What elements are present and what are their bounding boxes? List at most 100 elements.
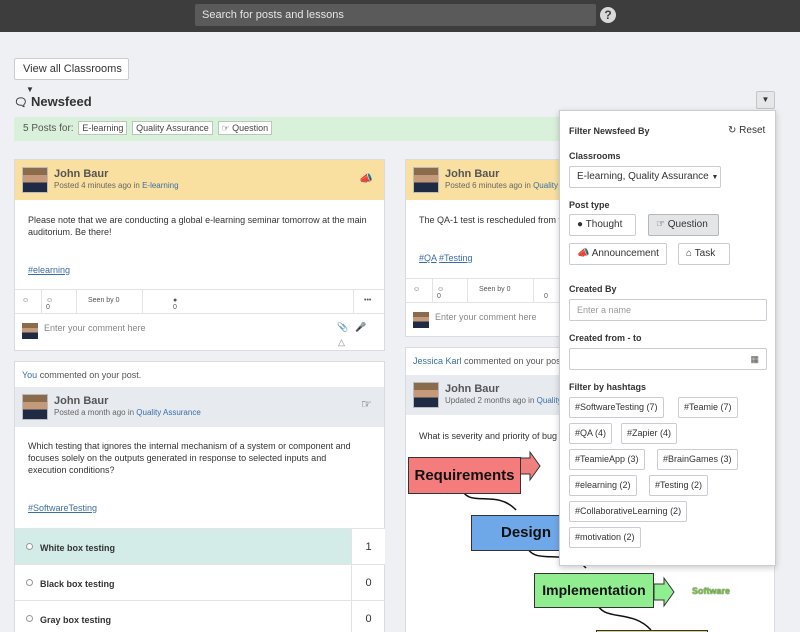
hashtag-filter[interactable]: #Zapier (4) [621,423,678,444]
poll-option-count: 0 [351,565,385,601]
poll-option[interactable]: White box testing 1 [15,528,385,565]
poll-option-label: White box testing [40,543,115,553]
smile-icon[interactable]: ☺ [22,297,29,304]
radio-button[interactable] [26,615,33,622]
comment-input[interactable]: Enter your comment here [435,312,537,322]
implementation-box: Implementation [534,573,654,608]
hand-icon: ☞ [221,123,230,133]
posts-for-bar: 5 Posts for: E-learning Quality Assuranc… [14,117,574,141]
seen-by[interactable]: Seen by 0 [479,286,511,293]
comment-input[interactable]: Enter your comment here [44,323,146,333]
avatar[interactable] [413,167,439,193]
avatar [22,323,38,339]
classroom-link[interactable]: Quality Assurance [136,408,200,417]
help-icon[interactable]: ? [600,7,616,23]
created-by-input[interactable]: Enter a name [569,299,767,321]
hashtag-filter[interactable]: #motivation (2) [569,527,641,548]
arrow-shape [519,450,541,482]
author-name[interactable]: John Baur [54,168,108,180]
classroom-link[interactable]: E-learning [142,181,178,190]
drive-icon[interactable]: △ [338,337,345,348]
megaphone-icon: 📣 [577,248,590,259]
comments-count[interactable]: 0 ● [173,297,177,311]
likes-count[interactable]: 0 ☺ [46,297,53,311]
hand-icon: ☞ [656,219,665,230]
seen-by[interactable]: Seen by 0 [88,297,120,304]
question-hand-icon: ☞ [361,397,372,411]
post-type-task[interactable]: ⌂ Task [678,243,730,265]
radio-button[interactable] [26,579,33,586]
author-name[interactable]: John Baur [54,395,108,407]
hashtag-filter[interactable]: #QA (4) [569,423,613,444]
hashtag-filter[interactable]: #SoftwareTesting (7) [569,397,664,418]
hashtag-filter[interactable]: #elearning (2) [569,475,637,496]
author-name[interactable]: John Baur [445,168,499,180]
filter-button[interactable]: ▼ [756,91,775,109]
hashtag-filter[interactable]: #CollaborativeLearning (2) [569,501,688,522]
hashtags: #QA #Testing [419,252,473,264]
refresh-icon: ↻ [728,125,737,136]
created-range-label: Created from - to [569,333,642,343]
avatar [413,312,429,328]
avatar[interactable] [22,394,48,420]
hashtag-link[interactable]: #QA [419,253,437,263]
hashtag-filter[interactable]: #Testing (2) [649,475,709,496]
comments-icon: 🗨 [14,97,28,109]
activity-user[interactable]: Jessica Karl [413,356,462,366]
hashtag-link[interactable]: #Testing [439,253,473,263]
hashtag-filter[interactable]: #TeamieApp (3) [569,449,645,470]
post-meta: Posted 4 minutes ago in E-learning [54,181,179,190]
reset-label: Reset [739,125,766,136]
radio-button[interactable] [26,543,33,550]
poll-option-label: Black box testing [40,579,115,589]
post-meta: Updated 2 months ago in Quality [445,396,562,405]
poll-option-count: 0 [351,601,385,632]
date-range-input[interactable]: ▦ [569,348,767,370]
activity-text: commented on your post. [39,370,142,380]
post-stats: ☺ 0 ☺ Seen by 0 0 ● ••• [15,289,384,314]
classrooms-dropdown-value: E-learning, Quality Assurance [577,171,709,182]
search-input[interactable]: Search for posts and lessons [195,4,596,26]
activity-user[interactable]: You [22,370,37,380]
attachment-icon[interactable]: 📎 [337,322,348,333]
post-type-thought[interactable]: ● Thought [569,214,636,236]
microphone-icon[interactable]: 🎤 [355,322,366,333]
post-meta: Posted 6 minutes ago in Quality A [445,181,565,190]
author-name[interactable]: John Baur [445,383,499,395]
caret-down-icon: ▼ [711,174,719,181]
post-type-label: Thought [585,219,623,230]
smile-icon[interactable]: ☺ [413,286,420,293]
post-type-question[interactable]: ☞ Question [648,214,719,236]
likes-value: 0 [46,304,50,311]
view-classrooms-dropdown[interactable]: View all Classrooms ▼ [14,58,129,94]
poll-option[interactable]: Gray box testing 0 [15,600,385,632]
post-card: You commented on your post. John Baur Po… [14,361,385,632]
hashtag-link[interactable]: #elearning [28,264,70,276]
post-meta: Posted a month ago in Quality Assurance [54,408,201,417]
comment-area: Enter your comment here 📎 🎤 △ [15,313,384,351]
post-type-announcement[interactable]: 📣 Announcement [569,243,667,265]
filter-tag: ☞ Question [217,121,273,135]
posts-count: 5 Posts for: [23,123,74,134]
avatar[interactable] [413,382,439,408]
likes-count[interactable]: 0 ☺ [437,286,444,300]
classroom-link[interactable]: Quality [537,396,562,405]
hashtag-filter[interactable]: #BrainGames (3) [657,449,738,470]
post-header: John Baur Posted 6 minutes ago in Qualit… [406,160,565,200]
created-by-label: Created By [569,284,617,294]
classrooms-dropdown[interactable]: E-learning, Quality Assurance ▼ [569,166,721,188]
comments-value: 0 [173,304,177,311]
post-card: John Baur Posted 4 minutes ago in E-lear… [14,159,385,351]
chevron-down-icon: ▼ [26,85,34,94]
filter-icon: ▼ [761,95,770,104]
more-options-icon[interactable]: ••• [364,297,371,304]
hashtag-filter[interactable]: #Teamie (7) [678,397,738,418]
poll-option[interactable]: Black box testing 0 [15,564,385,601]
post-body: Please note that we are conducting a glo… [28,215,367,237]
reset-button[interactable]: ↻ Reset [728,125,765,136]
calendar-icon[interactable]: ▦ [750,349,759,369]
post-type-label: Task [694,248,716,259]
avatar[interactable] [22,167,48,193]
hashtag-link[interactable]: #SoftwareTesting [28,502,97,514]
post-type-label: Announcement [591,248,659,259]
